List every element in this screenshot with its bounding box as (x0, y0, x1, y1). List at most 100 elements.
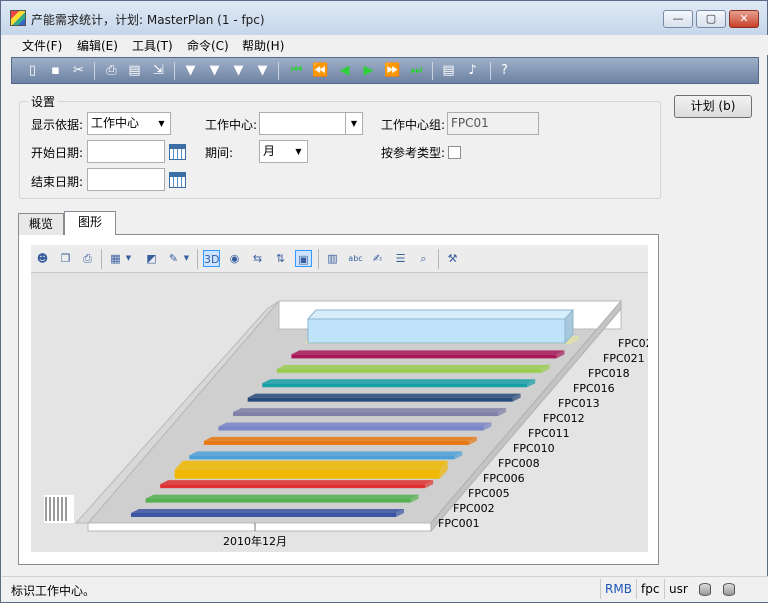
toolbar-separator (438, 249, 439, 269)
menu-file[interactable]: 文件(F) (22, 37, 62, 54)
chart-bar-top (189, 451, 463, 456)
tools-icon[interactable]: ⚒ (444, 250, 461, 267)
zoom-icon[interactable]: ⌕ (415, 250, 432, 267)
calendar-icon[interactable] (169, 144, 186, 160)
chart-bar (203, 440, 469, 445)
by-ref-type-checkbox[interactable] (448, 146, 461, 159)
chevron-down-icon: ▼ (295, 147, 302, 156)
category-axis-label: 2010年12月 (223, 534, 287, 548)
chart-bar (145, 498, 411, 503)
properties-icon[interactable]: ✍ (369, 250, 386, 267)
series-label: FPC008 (498, 457, 540, 470)
start-date-label: 开始日期: (31, 146, 84, 160)
copy-icon[interactable]: ❐ (57, 250, 74, 267)
print-icon[interactable]: ⎙ (103, 62, 120, 79)
series-label: FPC016 (573, 382, 615, 395)
display-by-label: 显示依据: (31, 118, 84, 132)
axis-vertical-icon[interactable]: ⇅ (272, 250, 289, 267)
filter-add-icon[interactable]: ▼ (206, 62, 223, 79)
filter-edit-icon[interactable]: ▼ (230, 62, 247, 79)
toolbar-separator (490, 62, 491, 80)
previous-page-icon[interactable]: ⏪ (312, 62, 329, 79)
series-label: FPC011 (528, 427, 570, 440)
maximize-button[interactable]: ▢ (696, 10, 726, 28)
chevron-down-icon: ▼ (158, 119, 165, 128)
chart-bar (233, 412, 499, 417)
print-icon[interactable]: ⎙ (79, 250, 96, 267)
chart-toolbar: ☻ ❐ ⎙ ▦ ▼ ◩ ✎ ▼ 3D ◉ ⇆ ⇅ ▣ ▥ abc ✍ ☰ ⌕ ⚒ (31, 245, 648, 273)
chart-wizard-icon[interactable]: ☻ (34, 250, 51, 267)
first-record-icon[interactable]: ⏮ (288, 62, 305, 79)
chart-bar-top (160, 480, 434, 485)
close-button[interactable]: ✕ (729, 10, 759, 28)
work-center-group-label: 工作中心组: (381, 118, 446, 132)
settings-group-label: 设置 (28, 93, 59, 110)
chart-bar-top (276, 364, 550, 369)
chart-bar (247, 397, 513, 402)
application-window: 产能需求统计，计划: MasterPlan (1 - fpc) — ▢ ✕ 文件… (0, 0, 768, 603)
chart-bar (218, 426, 484, 431)
chart-bar-top (233, 408, 507, 413)
start-date-input[interactable] (87, 140, 165, 163)
chevron-down-icon[interactable]: ▼ (182, 250, 191, 267)
menu-help[interactable]: 帮助(H) (242, 37, 284, 54)
3d-icon[interactable]: 3D (203, 250, 220, 267)
period-dropdown[interactable]: 月 ▼ (259, 140, 308, 163)
title-bar: 产能需求统计，计划: MasterPlan (1 - fpc) — ▢ ✕ (1, 1, 767, 35)
clustered-icon[interactable]: ▣ (295, 250, 312, 267)
minimize-button[interactable]: — (663, 10, 693, 28)
toolbar-separator (318, 249, 319, 269)
help-icon[interactable]: ? (496, 62, 513, 79)
menu-commands[interactable]: 命令(C) (187, 37, 229, 54)
chart-bar (276, 368, 542, 373)
new-icon[interactable]: ▯ (24, 62, 41, 79)
axis-horizontal-icon[interactable]: ⇆ (249, 250, 266, 267)
print-preview-icon[interactable]: ▤ (126, 62, 143, 79)
tab-graph[interactable]: 图形 (64, 211, 116, 235)
chart-top-bar-face (306, 309, 575, 320)
rotate-icon[interactable]: ◉ (226, 250, 243, 267)
menu-bar: 文件(F) 编辑(E) 工具(T) 命令(C) 帮助(H) (2, 35, 768, 55)
export-icon[interactable]: ⇲ (150, 62, 167, 79)
plan-button[interactable]: 计划 (b) (674, 95, 752, 118)
period-label: 期间: (205, 146, 234, 160)
data-editor-icon[interactable]: ▥ (324, 250, 341, 267)
save-icon[interactable]: ▪ (47, 62, 64, 79)
next-record-icon[interactable]: ▶ (360, 62, 377, 79)
palette-icon[interactable]: ✎ (165, 250, 182, 267)
end-date-input[interactable] (87, 168, 165, 191)
last-record-icon[interactable]: ⏭ (408, 62, 425, 79)
calendar-icon[interactable] (169, 172, 186, 188)
color-icon[interactable]: ◩ (143, 250, 160, 267)
previous-record-icon[interactable]: ◀ (336, 62, 353, 79)
work-center-field[interactable]: ▼ (259, 112, 363, 135)
menu-edit[interactable]: 编辑(E) (77, 37, 118, 54)
by-ref-type-label: 按参考类型: (381, 146, 446, 160)
next-page-icon[interactable]: ⏩ (384, 62, 401, 79)
chevron-down-icon[interactable]: ▼ (345, 113, 362, 134)
chart-bar (131, 513, 396, 517)
cut-icon[interactable]: ✂ (70, 62, 87, 79)
toolbar-separator (432, 62, 433, 80)
alert-bell-icon[interactable]: ♪ (464, 62, 481, 79)
chart-top-bar (307, 318, 566, 344)
chevron-down-icon[interactable]: ▼ (124, 250, 133, 267)
series-label: FPC002 (453, 502, 495, 515)
gallery-icon[interactable]: ▦ (107, 250, 124, 267)
chart-bar (160, 484, 426, 489)
display-by-dropdown[interactable]: 工作中心 ▼ (87, 112, 171, 135)
legend-icon[interactable]: ☰ (392, 250, 409, 267)
filter-icon[interactable]: ▼ (182, 62, 199, 79)
chart-bar-top (145, 494, 419, 499)
tab-overview[interactable]: 概览 (18, 213, 64, 235)
series-label: FPC001 (438, 517, 480, 530)
chart-bar-top (291, 350, 565, 355)
status-company: fpc (636, 579, 664, 599)
capacity-chart: FPC001 FPC002 FPC005 FPC006 FPC008 FPC010 FPC0… (44, 299, 648, 548)
abc-labels-icon[interactable]: abc (347, 250, 364, 267)
filter-clear-icon[interactable]: ▼ (254, 62, 271, 79)
notes-icon[interactable]: ▤ (440, 62, 457, 79)
toolbar-separator (101, 249, 102, 269)
menu-tools[interactable]: 工具(T) (132, 37, 173, 54)
status-bar: 标识工作中心。 RMB fpc usr (2, 576, 768, 602)
